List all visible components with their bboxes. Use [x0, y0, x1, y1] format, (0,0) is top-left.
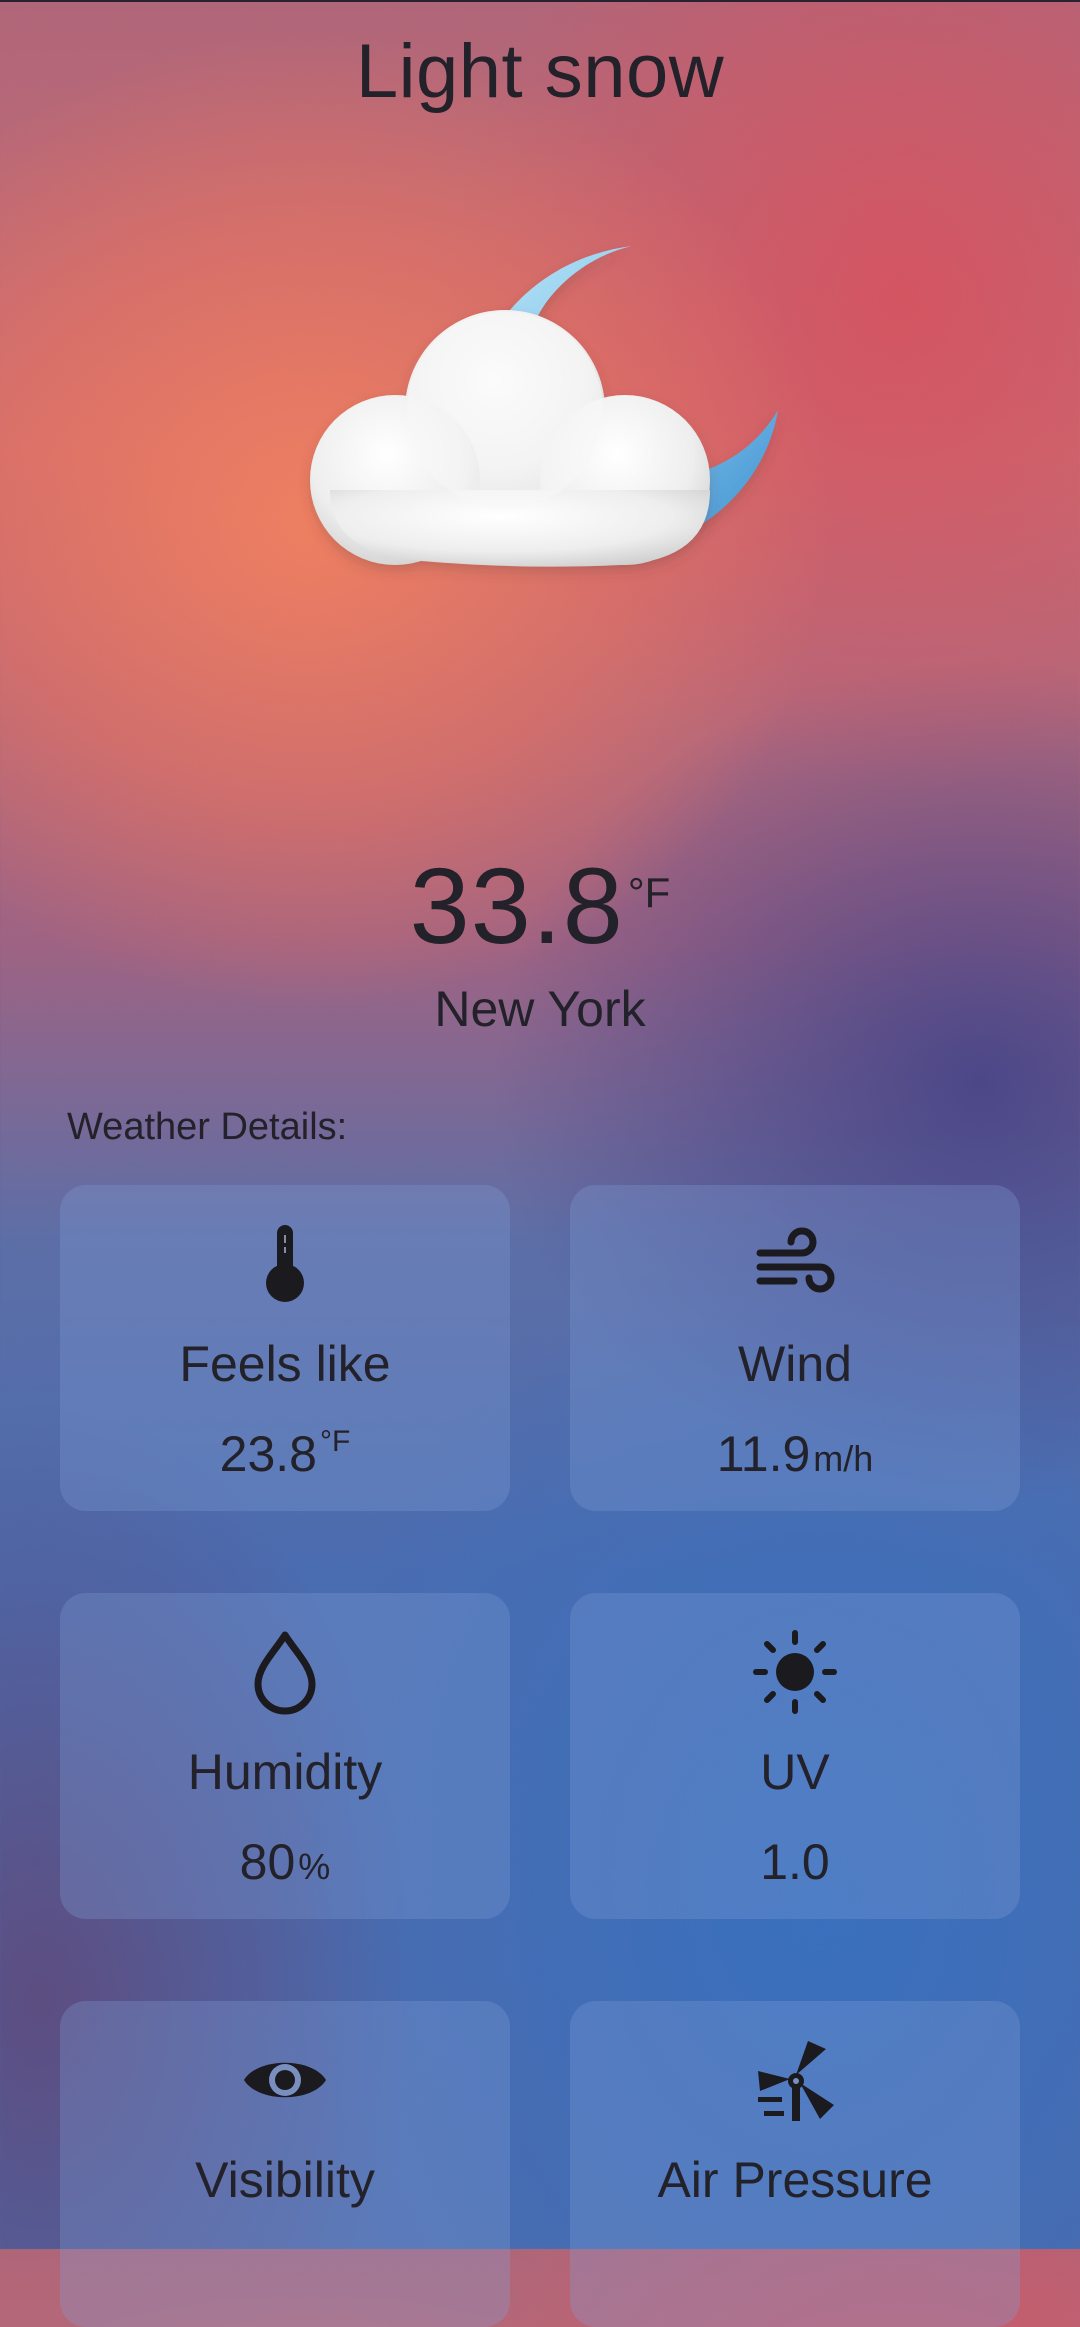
air-pressure-label: Air Pressure — [657, 2152, 933, 2208]
current-temperature: 33.8°F — [0, 852, 1080, 960]
thermometer-icon — [266, 1225, 304, 1302]
moon-cloud-icon — [310, 246, 778, 567]
humidity-value: 80% — [60, 1837, 510, 1887]
wind-unit: m/h — [813, 1438, 874, 1479]
water-drop-icon — [254, 1631, 316, 1715]
barometer-icon — [758, 2041, 834, 2121]
humidity-unit: % — [298, 1846, 331, 1887]
city-name: New York — [434, 981, 646, 1037]
uv-card: UV 1.0 — [570, 1593, 1020, 1919]
status-divider — [0, 0, 1080, 2]
uv-number: 1.0 — [760, 1834, 830, 1890]
temperature-value: 33.8 — [409, 845, 624, 966]
temperature-unit: °F — [627, 869, 671, 916]
wind-number: 11.9 — [716, 1426, 811, 1482]
humidity-number: 80 — [239, 1834, 296, 1890]
sun-icon — [753, 1630, 837, 1714]
uv-label: UV — [760, 1744, 830, 1800]
visibility-label: Visibility — [195, 2152, 375, 2208]
feels-like-label: Feels like — [179, 1336, 391, 1392]
air-pressure-card: Air Pressure — [570, 2001, 1020, 2327]
humidity-card: Humidity 80% — [60, 1593, 510, 1919]
humidity-label: Humidity — [187, 1744, 383, 1800]
feels-like-card: Feels like 23.8 °F — [60, 1185, 510, 1511]
weather-details-title: Weather Details: — [67, 1106, 348, 1148]
wind-label: Wind — [738, 1336, 852, 1392]
feels-like-value: 23.8 °F — [60, 1426, 510, 1482]
wind-card: Wind 11.9m/h — [570, 1185, 1020, 1511]
feels-like-number: 23.8 — [219, 1426, 317, 1482]
eye-icon — [244, 2062, 326, 2098]
uv-value: 1.0 — [570, 1837, 1020, 1887]
feels-like-unit: °F — [320, 1425, 351, 1458]
wind-value: 11.9m/h — [570, 1429, 1020, 1479]
wind-icon — [756, 1227, 835, 1293]
weather-condition-title: Light snow — [355, 29, 725, 114]
visibility-card: Visibility — [60, 2001, 510, 2327]
